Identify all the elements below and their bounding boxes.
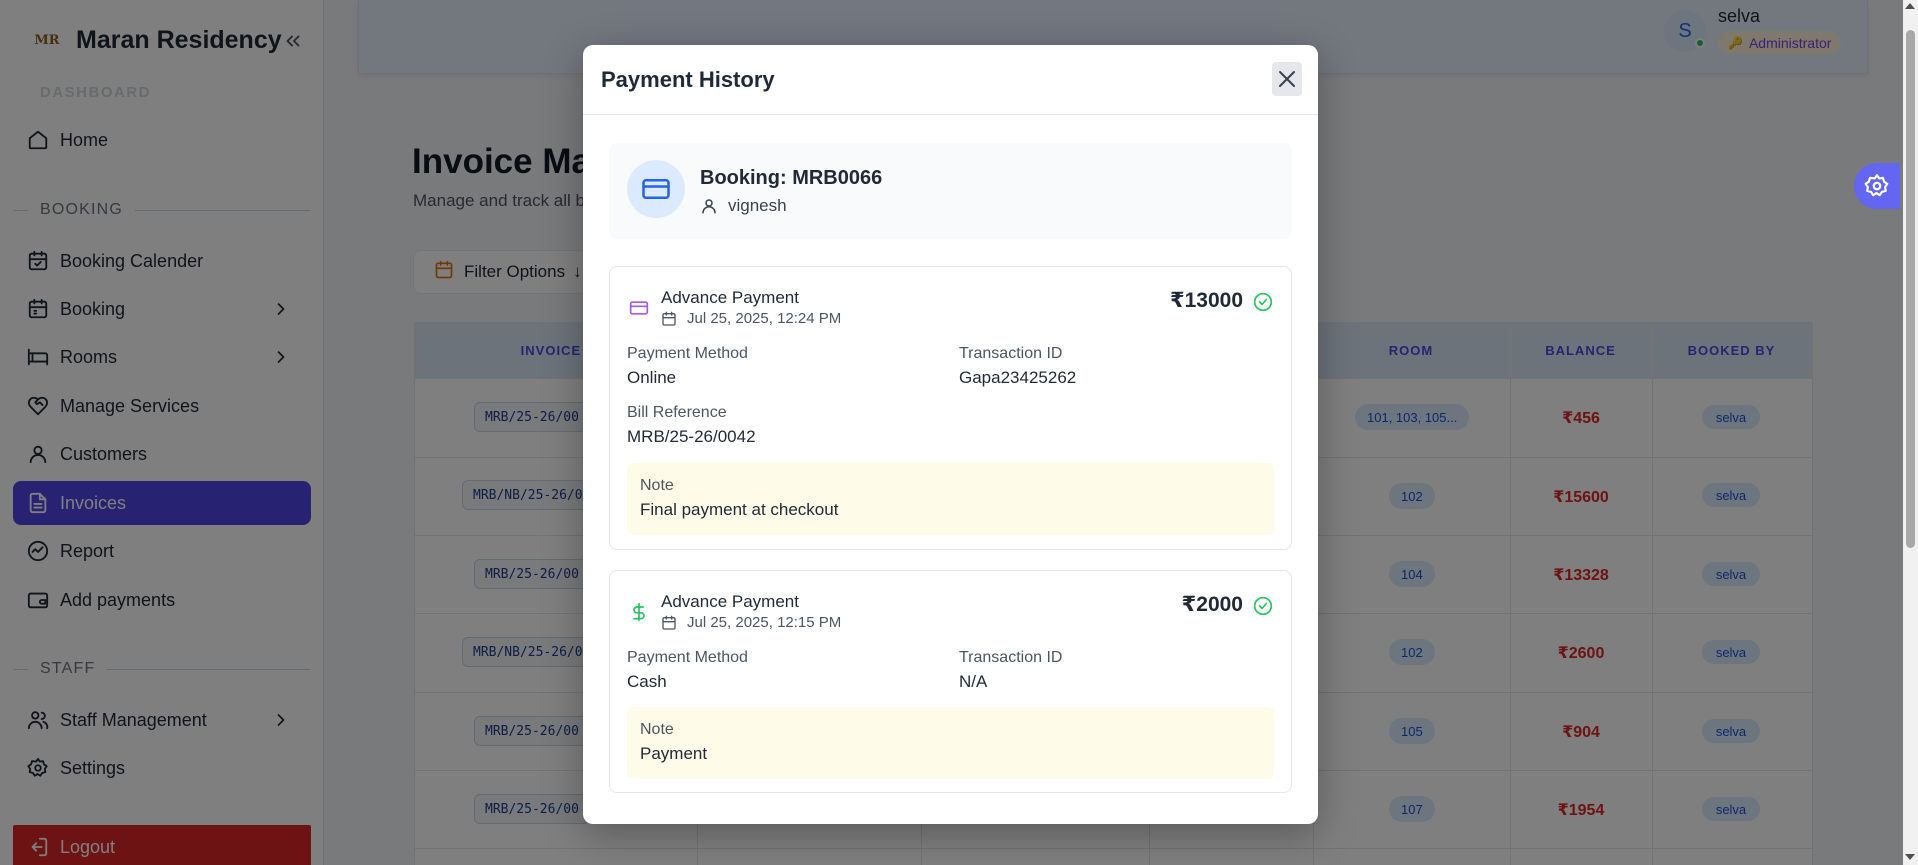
payment-type: Advance Payment: [661, 592, 799, 611]
bill-reference-label: Bill Reference: [627, 404, 727, 421]
transaction-id-label: Transaction ID: [959, 649, 1063, 666]
note-label: Note: [640, 477, 674, 494]
modal-title: Payment History: [601, 67, 775, 92]
booking-summary-card: Booking: MRB0066 vignesh: [609, 143, 1292, 239]
check-circle-icon: [1253, 292, 1273, 317]
theme-settings-button[interactable]: [1854, 163, 1900, 209]
dollar-icon: [628, 601, 650, 623]
scroll-down-arrow[interactable]: [1905, 854, 1915, 860]
note-label: Note: [640, 721, 674, 738]
credit-card-icon: [627, 160, 685, 218]
user-icon: [702, 199, 716, 214]
close-button[interactable]: [1272, 62, 1302, 96]
calendar-icon: [662, 615, 676, 630]
modal-header: Payment History: [583, 45, 1318, 115]
scrollbar-thumb[interactable]: [1906, 30, 1915, 548]
guest-name: vignesh: [700, 196, 787, 216]
check-circle-icon: [1253, 596, 1273, 621]
payment-method-value: Cash: [627, 672, 667, 691]
payment-card: Advance Payment Jul 25, 2025, 12:15 PM ₹…: [609, 570, 1292, 793]
transaction-id-value: N/A: [959, 672, 988, 691]
calendar-icon: [662, 311, 676, 326]
note-text: Final payment at checkout: [640, 500, 839, 519]
payment-date: Jul 25, 2025, 12:24 PM: [661, 310, 841, 327]
payment-note: Note Payment: [627, 707, 1274, 779]
payment-amount: ₹13000: [1169, 289, 1243, 312]
guest-name-text: vignesh: [728, 196, 787, 215]
payment-method-label: Payment Method: [627, 649, 748, 666]
gear-icon: [1864, 174, 1889, 197]
note-text: Payment: [640, 744, 708, 763]
transaction-id-label: Transaction ID: [959, 345, 1063, 362]
credit-card-icon: [628, 297, 650, 319]
close-icon: [1279, 71, 1295, 87]
payment-type: Advance Payment: [661, 288, 799, 307]
payment-method-label: Payment Method: [627, 345, 748, 362]
transaction-id-value: Gapa23425262: [959, 368, 1077, 387]
payment-note: Note Final payment at checkout: [627, 463, 1274, 535]
payment-date: Jul 25, 2025, 12:15 PM: [661, 614, 841, 631]
booking-id: Booking: MRB0066: [700, 167, 883, 189]
payment-amount: ₹2000: [1181, 593, 1243, 616]
bill-reference-value: MRB/25-26/0042: [627, 427, 756, 446]
payment-method-value: Online: [627, 368, 677, 387]
payment-card: Advance Payment Jul 25, 2025, 12:24 PM ₹…: [609, 266, 1292, 550]
payment-history-modal: Payment History Booking: MRB0066 vignesh…: [583, 45, 1318, 824]
scroll-up-arrow[interactable]: [1905, 3, 1915, 9]
